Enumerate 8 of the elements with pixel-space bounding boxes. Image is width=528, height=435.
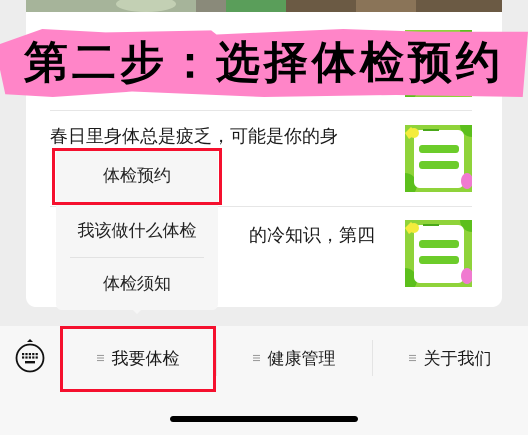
menu-tab[interactable]: 健康管理 xyxy=(252,346,336,370)
menu-tab[interactable]: 我要体检 xyxy=(96,346,180,370)
submenu-item[interactable]: 我该做什么体检 xyxy=(70,205,204,258)
article-title[interactable]: 春日里身体总是疲乏，可能是你的身 xyxy=(50,124,338,150)
submenu-item[interactable]: 体检须知 xyxy=(70,258,204,310)
article-title[interactable]: 的冷知识，第四 xyxy=(249,223,375,249)
menu-tab[interactable]: 关于我们 xyxy=(408,346,492,370)
submenu-item[interactable]: 体检预约 xyxy=(52,148,222,205)
